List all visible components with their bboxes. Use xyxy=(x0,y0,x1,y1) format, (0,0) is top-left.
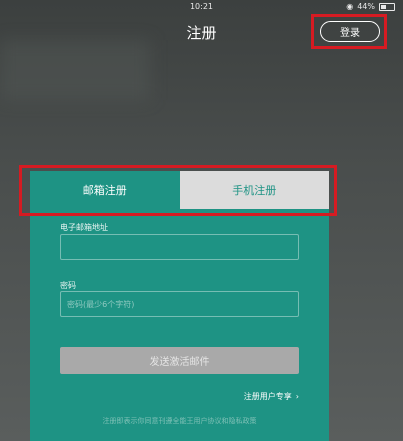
status-time: 10:21 xyxy=(189,2,214,11)
vip-link-label: 注册用户专享 xyxy=(243,392,292,401)
send-activation-button[interactable]: 发送激活邮件 xyxy=(60,347,299,374)
battery-icon xyxy=(379,2,395,11)
login-button[interactable]: 登录 xyxy=(320,21,380,42)
chevron-right-icon: › xyxy=(295,392,299,401)
vip-benefits-link[interactable]: 注册用户专享 › xyxy=(244,391,299,402)
status-bar: 10:21 ◉ 44% xyxy=(0,0,403,14)
password-label: 密码 xyxy=(60,281,76,290)
terms-notice[interactable]: 注册即表示你同意刊遵全能王用户协议和隐私政策 xyxy=(30,416,329,426)
background-blur xyxy=(0,40,150,100)
tabs-highlight-box xyxy=(19,165,337,216)
email-field[interactable] xyxy=(60,234,299,260)
status-right: ◉ 44% xyxy=(346,2,395,11)
signal-icon: ◉ xyxy=(346,2,354,11)
email-label: 电子邮箱地址 xyxy=(60,223,108,232)
password-field[interactable] xyxy=(60,291,299,317)
battery-percent: 44% xyxy=(357,2,375,11)
